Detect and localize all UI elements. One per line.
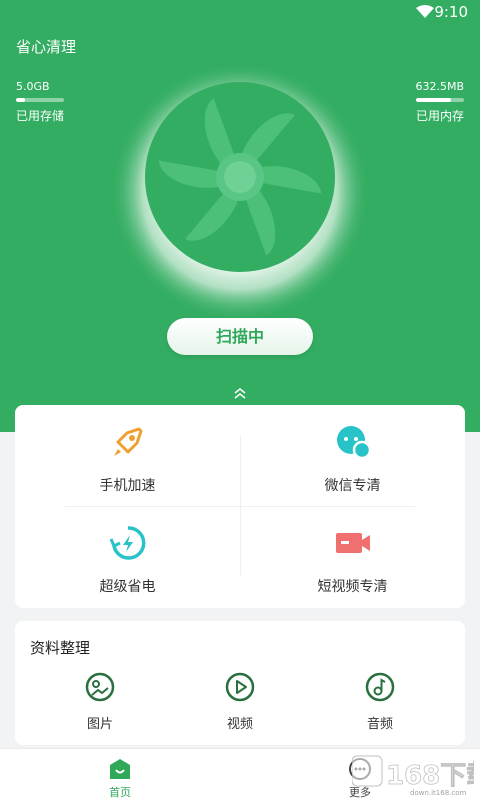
rocket-icon	[114, 427, 143, 456]
memory-stat: 632.5MB 已用内存	[415, 80, 464, 124]
storage-value: 5.0GB	[16, 80, 50, 93]
chevron-up-icon[interactable]	[232, 386, 248, 400]
memory-bar	[416, 98, 464, 102]
tool-label: 微信专清	[324, 478, 381, 494]
status-time: 9:10	[434, 3, 468, 21]
tool-wechat-clean[interactable]: 微信专清	[240, 405, 465, 506]
storage-bar-fill	[16, 98, 25, 102]
tool-label: 手机加速	[99, 478, 156, 494]
tool-power-save[interactable]: 超级省电	[15, 506, 240, 607]
wifi-icon	[416, 5, 434, 18]
resource-audio[interactable]: 音频	[340, 671, 420, 735]
app-title: 省心清理	[16, 38, 77, 56]
watermark-logo: 168下载 down.it168.com	[352, 755, 474, 797]
memory-value: 632.5MB	[415, 80, 464, 93]
resource-images[interactable]: 图片	[60, 671, 140, 735]
nav-home-label: 首页	[109, 786, 131, 799]
tool-label: 超级省电	[99, 579, 156, 595]
resources-card: 资料整理 图片 视频 音频	[15, 621, 465, 745]
music-note-icon	[365, 672, 395, 702]
power-save-icon	[109, 526, 146, 560]
storage-label: 已用存储	[16, 109, 65, 123]
hero-header: 9:10 省心清理 5.0GB 已用存储 632.5MB 已用内存 扫描中	[0, 0, 480, 432]
wechat-icon	[337, 426, 372, 460]
scan-button[interactable]: 扫描中	[167, 318, 313, 355]
tool-label: 短视频专清	[317, 579, 388, 595]
tool-phone-boost[interactable]: 手机加速	[15, 405, 240, 506]
resource-label: 图片	[86, 717, 113, 732]
memory-label: 已用内存	[415, 109, 464, 123]
resource-label: 音频	[366, 717, 393, 732]
memory-bar-fill	[416, 98, 451, 102]
watermark-brand: 168下载	[386, 761, 474, 791]
resource-videos[interactable]: 视频	[200, 671, 280, 735]
fan-icon	[110, 62, 370, 322]
tool-short-video-clean[interactable]: 短视频专清	[240, 506, 465, 607]
storage-stat: 5.0GB 已用存储	[16, 80, 64, 124]
status-bar: 9:10	[0, 0, 480, 24]
resources-title: 资料整理	[30, 639, 91, 657]
watermark-url: down.it168.com	[410, 789, 467, 797]
nav-home[interactable]: 首页	[80, 757, 160, 800]
play-icon	[225, 672, 255, 702]
home-icon	[110, 759, 130, 779]
resource-label: 视频	[226, 717, 253, 732]
tools-card: 手机加速 微信专清 超级省电 短视频专清	[15, 405, 465, 608]
storage-bar	[16, 98, 64, 102]
image-icon	[85, 672, 115, 702]
video-camera-icon	[336, 533, 370, 553]
